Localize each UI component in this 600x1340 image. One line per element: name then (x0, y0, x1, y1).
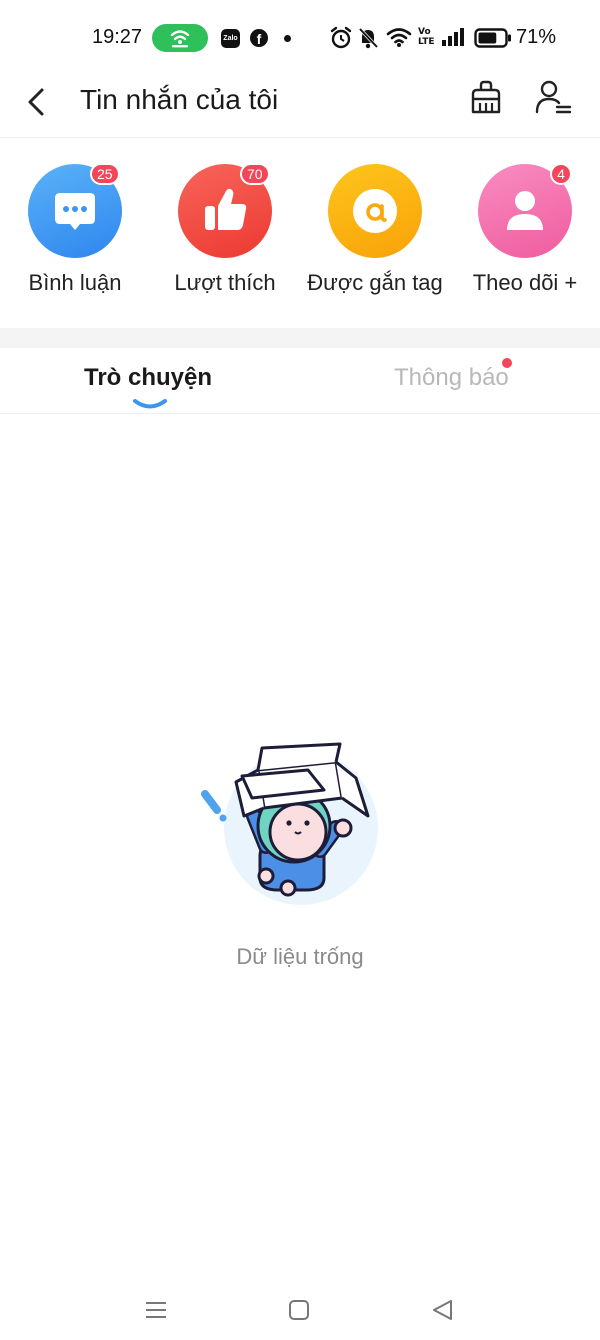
active-tab-indicator (133, 399, 167, 409)
shortcut-label: Được gắn tag (307, 270, 443, 295)
wifi-icon (386, 28, 412, 47)
tab-notifications[interactable]: Thông báo (394, 364, 509, 392)
user-settings-button[interactable] (534, 78, 574, 118)
clear-messages-button[interactable] (466, 78, 506, 118)
shortcut-label: Lượt thích (174, 270, 276, 295)
status-bar: 19:27 Zalo f Vo LTE 71% (0, 0, 600, 78)
shortcut-likes[interactable]: 70 Lượt thích (150, 163, 300, 314)
mute-icon (358, 27, 379, 49)
home-button[interactable] (279, 1290, 319, 1330)
battery-percent: 71% (516, 26, 557, 48)
section-divider (0, 328, 600, 348)
menu-icon (146, 1302, 166, 1318)
user-settings-icon (535, 80, 572, 114)
app-header: Tin nhắn của tôi (0, 78, 600, 138)
system-nav-bar (0, 1280, 600, 1340)
shortcut-comments[interactable]: 25 Bình luận (0, 163, 150, 314)
more-notifications-dot (284, 35, 291, 42)
comments-badge: 25 (90, 163, 120, 185)
notification-categories: 25 Bình luận 70 Lượt thích Được gắn tag (0, 138, 600, 328)
signal-icon (442, 28, 464, 46)
volte-icon: Vo LTE (418, 27, 435, 47)
tab-chat[interactable]: Trò chuyện (84, 364, 212, 392)
home-square-icon (289, 1300, 309, 1320)
likes-badge: 70 (240, 163, 270, 185)
hotspot-icon (152, 24, 208, 52)
clear-broom-icon (471, 80, 501, 114)
followers-badge: 4 (550, 163, 572, 185)
zalo-icon: Zalo (221, 29, 240, 48)
shortcut-followers[interactable]: 4 Theo dõi + (450, 163, 600, 314)
alarm-icon (330, 26, 352, 49)
status-time: 19:27 (92, 26, 143, 48)
back-triangle-icon (433, 1300, 452, 1320)
empty-box-character-icon (201, 742, 378, 905)
tagged-circle (328, 164, 422, 258)
back-button[interactable] (22, 82, 54, 122)
unread-dot (502, 358, 512, 368)
shortcut-label: Bình luận (28, 270, 122, 295)
empty-state-text: Dữ liệu trống (236, 944, 364, 969)
menu-button[interactable] (136, 1290, 176, 1330)
facebook-icon: f (250, 29, 268, 47)
battery-icon (474, 28, 511, 48)
back-arrow-icon (28, 88, 44, 116)
shortcut-tagged[interactable]: Được gắn tag (300, 164, 450, 314)
page-title: Tin nhắn của tôi (80, 84, 279, 115)
message-tabs: Trò chuyện Thông báo (0, 348, 600, 414)
at-sign-icon (353, 189, 397, 233)
shortcut-label: Theo dõi + (472, 270, 578, 295)
back-nav-button[interactable] (422, 1290, 462, 1330)
